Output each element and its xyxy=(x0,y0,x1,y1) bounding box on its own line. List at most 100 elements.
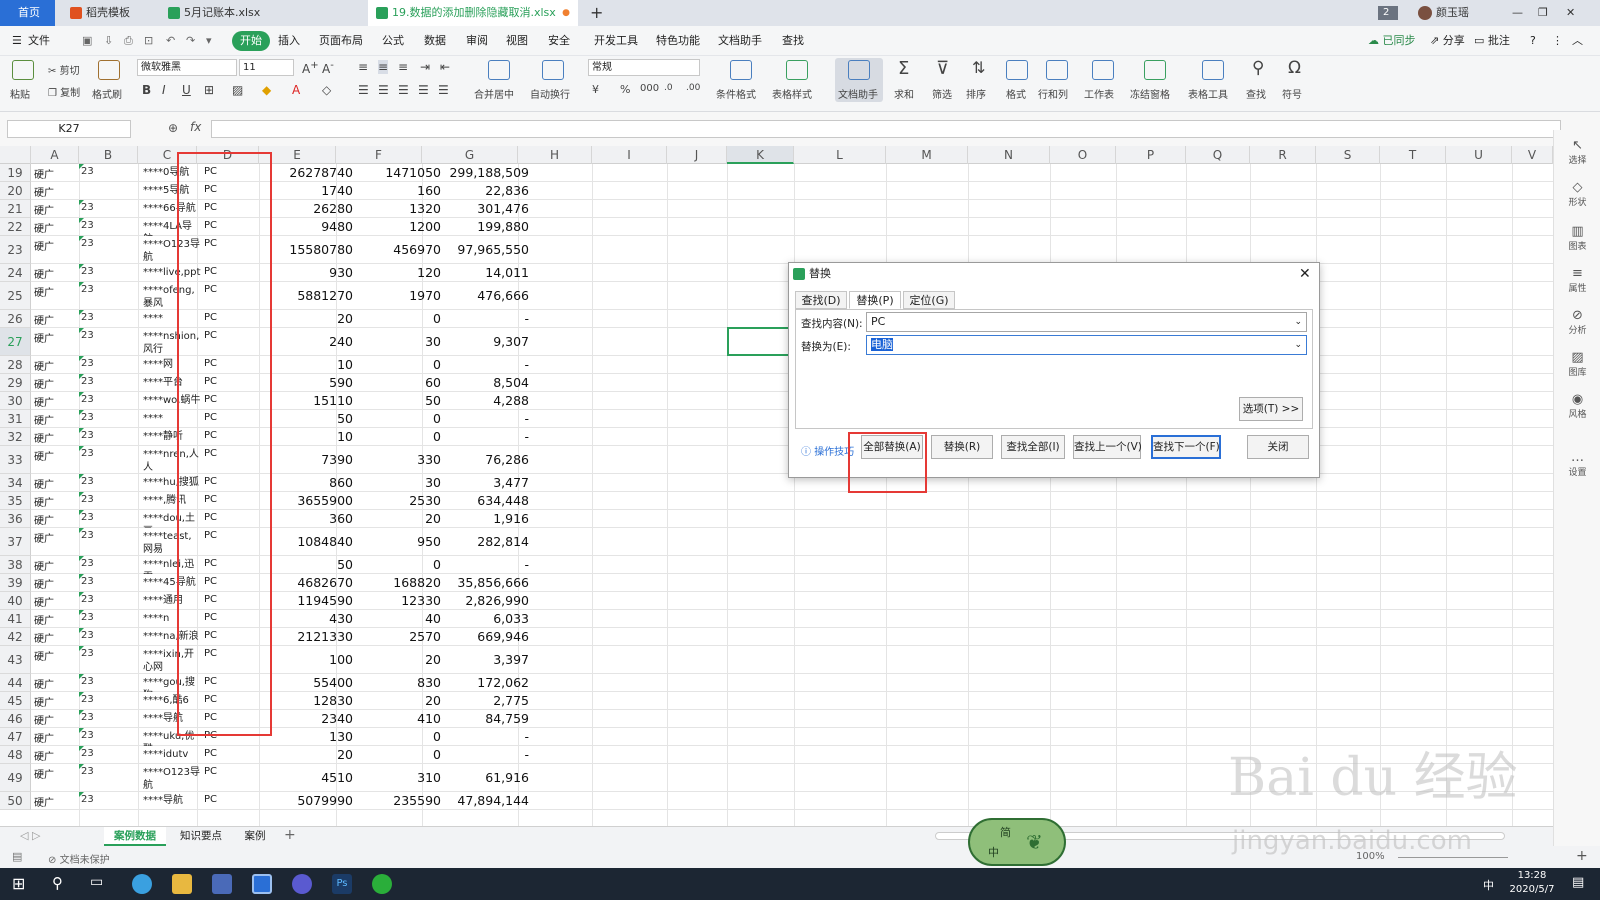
cell-g[interactable]: 299,188,509 xyxy=(422,165,529,180)
panel-item[interactable]: ◉ 风格 xyxy=(1554,392,1600,420)
table-style-button[interactable]: 表格样式 xyxy=(772,86,812,101)
active-cell-k27[interactable] xyxy=(727,327,795,356)
photoshop-icon[interactable]: Ps xyxy=(332,874,352,894)
format-button[interactable]: 格式 xyxy=(1006,86,1026,101)
column-header[interactable]: U xyxy=(1446,146,1512,164)
freeze-button[interactable]: 冻结窗格 xyxy=(1130,86,1170,101)
column-header[interactable]: Q xyxy=(1186,146,1250,164)
replace-input[interactable]: 电脑 ⌄ xyxy=(866,335,1307,355)
collapse-ribbon-icon[interactable]: ︿ xyxy=(1572,26,1583,56)
border-icon[interactable]: ⊞ xyxy=(204,83,214,97)
cell-a[interactable]: 硬广 xyxy=(34,730,54,745)
column-header[interactable]: K xyxy=(727,146,794,164)
filter-button[interactable]: 筛选 xyxy=(932,86,952,101)
menu-item[interactable]: 审阅 xyxy=(466,26,488,56)
column-header[interactable]: B xyxy=(79,146,138,164)
row-header[interactable]: 27 xyxy=(0,328,31,356)
cut-button[interactable]: ✂ 剪切 xyxy=(48,62,80,77)
sum-icon[interactable]: Σ xyxy=(898,58,909,79)
cell-g[interactable]: 2,826,990 xyxy=(422,593,529,608)
cell-a[interactable]: 硬广 xyxy=(34,238,54,253)
tab-replace[interactable]: 替换(P) xyxy=(849,291,901,309)
cell-a[interactable]: 硬广 xyxy=(34,394,54,409)
find-prev-button[interactable]: 查找上一个(V) xyxy=(1073,435,1142,459)
row-header[interactable]: 34 xyxy=(0,474,31,492)
tips-link[interactable]: ⓘ 操作技巧 xyxy=(801,443,854,458)
cond-format-button[interactable]: 条件格式 xyxy=(716,86,756,101)
comment-button[interactable]: ▭ 批注 xyxy=(1474,26,1510,56)
app-icon[interactable] xyxy=(212,874,232,894)
notification-icon[interactable]: ▤ xyxy=(1572,875,1584,890)
merge-icon[interactable] xyxy=(488,60,510,80)
column-header[interactable]: H xyxy=(518,146,592,164)
cell-a[interactable]: 硬广 xyxy=(34,266,54,281)
cell-a[interactable]: 硬广 xyxy=(34,476,54,491)
cell-a[interactable]: 硬广 xyxy=(34,558,54,573)
column-header[interactable]: R xyxy=(1250,146,1316,164)
worksheet-button[interactable]: 工作表 xyxy=(1084,86,1114,101)
cell-g[interactable]: 282,814 xyxy=(422,534,529,549)
percent-icon[interactable]: % xyxy=(620,83,630,96)
preview-icon[interactable]: ⊡ xyxy=(144,26,153,56)
cell-g[interactable]: 6,033 xyxy=(422,611,529,626)
format-painter-icon[interactable] xyxy=(98,60,120,80)
window-tab[interactable]: 稻壳模板 xyxy=(62,0,157,26)
cell-a[interactable]: 硬广 xyxy=(34,712,54,727)
wechat-icon[interactable] xyxy=(372,874,392,894)
cell-a[interactable]: 硬广 xyxy=(34,612,54,627)
format-painter-button[interactable]: 格式刷 xyxy=(92,86,122,101)
cell-a[interactable]: 硬广 xyxy=(34,312,54,327)
cell-a[interactable]: 硬广 xyxy=(34,512,54,527)
column-header[interactable]: M xyxy=(886,146,968,164)
menu-item[interactable]: 文档助手 xyxy=(718,26,762,56)
worksheet-icon[interactable] xyxy=(1092,60,1114,80)
help-icon[interactable]: ? xyxy=(1530,26,1536,56)
browser-icon[interactable] xyxy=(132,874,152,894)
row-header[interactable]: 37 xyxy=(0,528,31,556)
name-box[interactable]: K27 xyxy=(7,120,131,138)
panel-item[interactable]: ⊘ 分析 xyxy=(1554,308,1600,336)
row-col-button[interactable]: 行和列 xyxy=(1038,86,1068,101)
cell-a[interactable]: 硬广 xyxy=(34,330,54,345)
indent-icon[interactable]: ⇥ xyxy=(420,60,430,74)
column-header[interactable]: T xyxy=(1380,146,1446,164)
cell-c[interactable]: ****idutv xyxy=(143,748,201,764)
justify-icon[interactable]: ☰ xyxy=(418,83,429,97)
close-icon[interactable]: ✕ xyxy=(1299,263,1311,285)
column-header[interactable]: F xyxy=(336,146,422,164)
wps-icon[interactable] xyxy=(252,874,272,894)
column-header[interactable]: O xyxy=(1050,146,1116,164)
row-header[interactable]: 43 xyxy=(0,646,31,674)
menu-item[interactable]: 开发工具 xyxy=(594,26,638,56)
row-header[interactable]: 33 xyxy=(0,446,31,474)
cell-g[interactable]: 3,477 xyxy=(422,475,529,490)
windows-start-icon[interactable]: ⊞ xyxy=(12,874,25,893)
number-format-select[interactable]: 常规 xyxy=(588,59,700,76)
sort-button[interactable]: 排序 xyxy=(966,86,986,101)
cell-a[interactable]: 硬广 xyxy=(34,648,54,663)
cell-c[interactable]: ****O123导航 xyxy=(143,766,201,792)
panel-item[interactable]: ▥ 图表 xyxy=(1554,224,1600,252)
cell-d[interactable]: PC xyxy=(204,766,217,777)
decrease-decimal-icon[interactable]: .00 xyxy=(686,83,700,93)
row-header[interactable]: 35 xyxy=(0,492,31,510)
cell-a[interactable]: 硬广 xyxy=(34,358,54,373)
freeze-icon[interactable] xyxy=(1144,60,1166,80)
cell-g[interactable]: - xyxy=(422,729,529,744)
protect-status[interactable]: ⊘ 文档未保护 xyxy=(48,851,110,866)
cell-g[interactable]: - xyxy=(422,357,529,372)
more-icon[interactable]: ⋮ xyxy=(1552,26,1563,56)
table-style-icon[interactable] xyxy=(786,60,808,80)
cell-d[interactable]: PC xyxy=(204,748,217,759)
window-tab[interactable]: 5月记账本.xlsx xyxy=(160,0,360,26)
cell-g[interactable]: 14,011 xyxy=(422,265,529,280)
paste-button[interactable]: 粘贴 xyxy=(10,86,30,101)
cell-a[interactable]: 硬广 xyxy=(34,412,54,427)
cell-a[interactable]: 硬广 xyxy=(34,494,54,509)
cell-g[interactable]: 97,965,550 xyxy=(422,242,529,257)
cell-d[interactable]: PC xyxy=(204,794,217,805)
cell-a[interactable]: 硬广 xyxy=(34,220,54,235)
macro-icon[interactable]: ▤ xyxy=(12,850,22,863)
cell-a[interactable]: 硬广 xyxy=(34,448,54,463)
cell-g[interactable]: 3,397 xyxy=(422,652,529,667)
